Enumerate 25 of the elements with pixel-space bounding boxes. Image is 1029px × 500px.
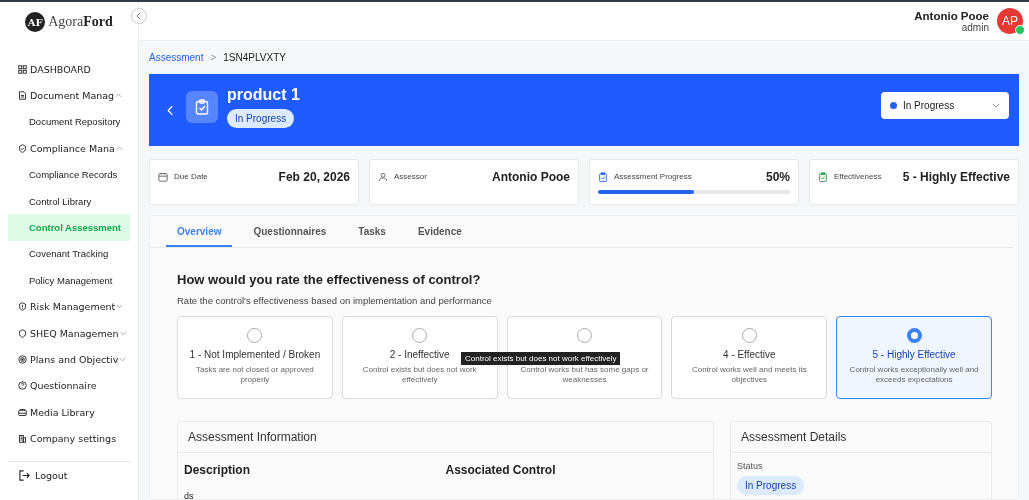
breadcrumb-current: 1SN4PLVXTY — [223, 52, 286, 64]
logo-text: AgoraFord — [48, 14, 113, 30]
question-hint: Rate the control's effectiveness based on implementation and performance — [177, 294, 493, 306]
stat-label: Effectiveness — [834, 172, 883, 182]
user-name: Antonio Pooe — [914, 9, 989, 22]
stat-label: Due Date — [174, 172, 209, 182]
stat-value: Antonio Pooe — [492, 169, 570, 184]
field-label: Associated Control — [445, 462, 557, 477]
stat-label: Assessment Progress — [614, 172, 693, 182]
logo-mark: AF — [25, 12, 46, 32]
page-title: product 1 — [227, 86, 301, 105]
stat-label: Assessor — [394, 172, 428, 182]
question-heading: How would you rate the effectiveness of control? — [177, 271, 482, 287]
field-label: Status — [737, 460, 764, 471]
field-value: ds — [184, 490, 195, 499]
status-badge: In Progress — [737, 475, 805, 495]
status-badge: In Progress — [227, 109, 295, 129]
user-role: admin — [960, 21, 989, 33]
stat-value: Feb 20, 2026 — [278, 169, 350, 184]
breadcrumb-separator: > — [210, 52, 217, 64]
card-title: Assessment Details — [731, 421, 991, 453]
stat-value: 5 - Highly Effective — [902, 169, 1010, 184]
field-label: Description — [184, 462, 251, 477]
stat-value: 50% — [765, 169, 790, 184]
card-title: Assessment Information — [178, 421, 713, 453]
